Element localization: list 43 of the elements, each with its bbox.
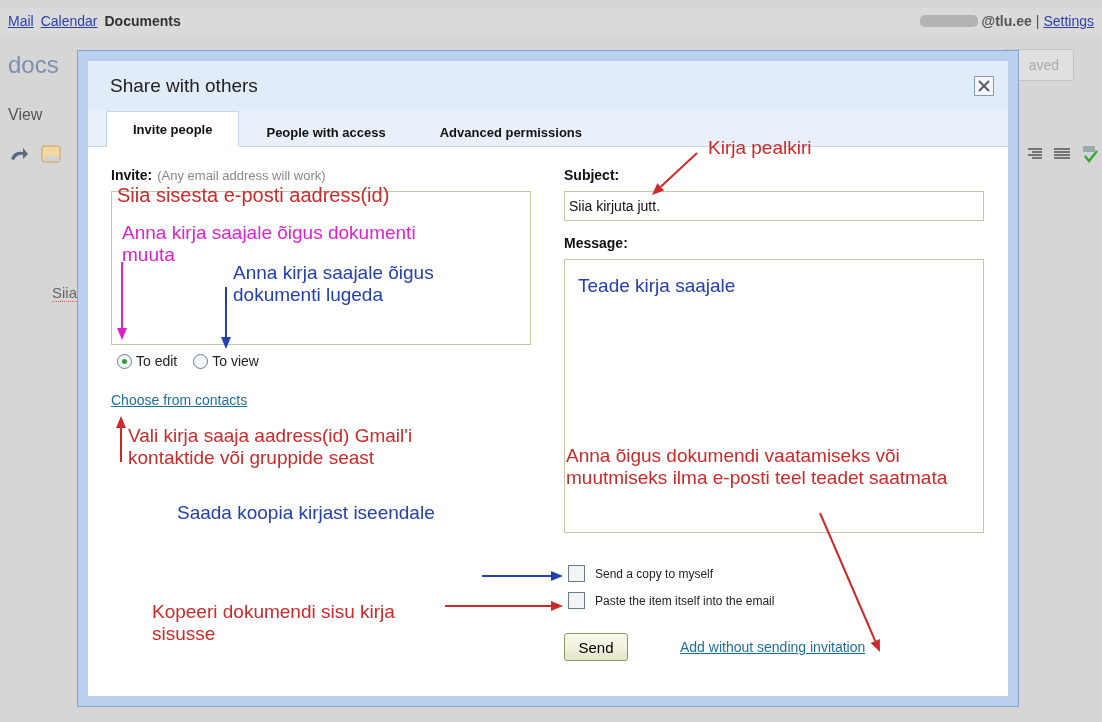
add-link[interactable]: Add without sending invitation	[680, 639, 866, 655]
align-justify-icon	[1054, 147, 1070, 161]
field-label: Invite:	[111, 167, 153, 183]
tab[interactable]: People with access	[239, 117, 413, 147]
annotation: Teade kirja saajale	[578, 275, 736, 297]
radio-option[interactable]: To edit	[117, 353, 178, 369]
field-label: Subject:	[564, 167, 620, 183]
tab[interactable]: Advanced permissions	[412, 117, 610, 147]
align-right-icon	[1028, 147, 1042, 161]
tab[interactable]: Invite people	[106, 111, 240, 147]
nav-link[interactable]: Calendar	[40, 13, 98, 29]
nav-link[interactable]: Mail	[8, 13, 34, 29]
send-button[interactable]: Send	[564, 633, 628, 661]
contacts-link[interactable]: Choose from contacts	[111, 392, 248, 408]
arrow	[116, 416, 126, 463]
arrow	[221, 286, 231, 349]
separator: |	[1035, 13, 1040, 29]
current-section[interactable]: Documents	[104, 13, 181, 29]
close-button[interactable]	[974, 76, 994, 96]
subject-field[interactable]: Siia kirjuta jutt.	[564, 191, 984, 221]
settings-link[interactable]: Settings	[1043, 13, 1094, 29]
arrow	[652, 152, 698, 195]
annotation: Siia sisesta e-posti aadress(id)	[117, 184, 390, 207]
menu-item[interactable]: View	[8, 106, 43, 124]
account-email: @tlu.ee	[981, 13, 1032, 29]
field-hint: (Any email address will work)	[157, 168, 326, 183]
checkbox-option[interactable]: Paste the item itself into the email	[568, 592, 984, 609]
annotation: Kirja pealkiri	[708, 137, 812, 159]
image-icon	[40, 143, 62, 165]
annotation: Kopeeri dokumendi sisu kirja sisusse	[152, 601, 396, 645]
radio-option[interactable]: To view	[193, 353, 259, 369]
annotation: Anna õigus dokumendi vaatamiseks või muutmiseks ilma e-posti teel teadet saatmata	[566, 445, 949, 489]
dialog-title: Share with others	[110, 75, 258, 97]
blurred-text	[919, 15, 978, 27]
annotation: Saada koopia kirjast iseendale	[177, 502, 435, 524]
radio-empty-icon[interactable]	[193, 353, 209, 369]
message-field[interactable]	[564, 259, 984, 533]
field-label: Message:	[564, 235, 628, 251]
radio-selected-icon[interactable]	[117, 353, 132, 369]
app-logo: docs	[8, 51, 59, 79]
annotation: Vali kirja saaja aadress(id) Gmail'i kontaktide või gruppide seast	[128, 425, 414, 469]
checkbox-option[interactable]: Send a copy to myself	[568, 565, 984, 582]
spellcheck-icon	[1082, 145, 1098, 163]
